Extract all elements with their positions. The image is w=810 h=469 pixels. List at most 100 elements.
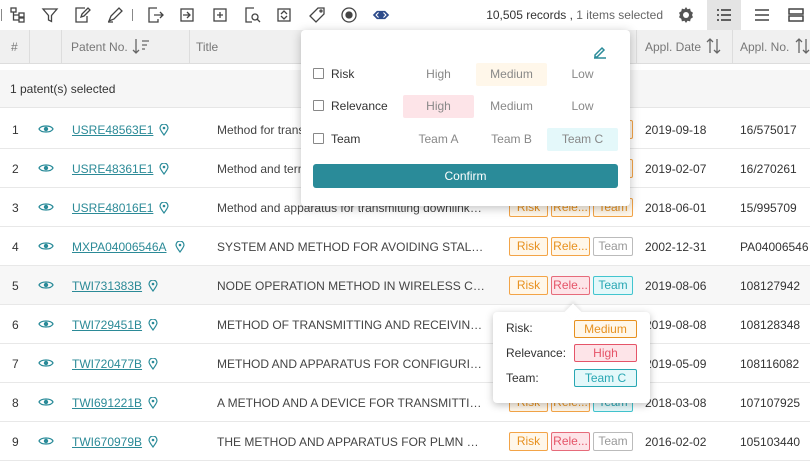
add-icon[interactable] [209, 4, 231, 26]
gear-icon[interactable] [675, 4, 697, 26]
location-pin-icon[interactable] [148, 319, 158, 331]
row-number: 6 [12, 318, 19, 332]
location-pin-icon[interactable] [159, 202, 169, 214]
option-low[interactable]: Low [547, 63, 618, 86]
appl-date: 2019-09-18 [645, 123, 707, 137]
eye-icon[interactable] [38, 240, 54, 252]
option-high[interactable]: High [403, 95, 474, 118]
table-row[interactable]: 5 TWI731383B NODE OPERATION METHOD IN WI… [0, 266, 810, 305]
option-medium[interactable]: Medium [476, 95, 547, 118]
row-number: 2 [12, 162, 19, 176]
patent-number[interactable]: TWI731383B [72, 279, 142, 293]
col-patent-no[interactable]: Patent No. [71, 40, 128, 54]
table-row[interactable]: 4 MXPA04006546A SYSTEM AND METHOD FOR AV… [0, 227, 810, 266]
checkbox[interactable] [313, 68, 324, 79]
option-team-b[interactable]: Team B [476, 128, 547, 151]
patent-number[interactable]: USRE48016E1 [72, 201, 153, 215]
location-pin-icon[interactable] [174, 241, 185, 253]
patent-title: METHOD AND APPARATUS FOR CONFIGURING PUC… [217, 357, 485, 371]
patent-number[interactable]: TWI691221B [72, 396, 142, 410]
risk-tag[interactable]: Risk [509, 276, 548, 295]
patent-number-link[interactable]: TWI731383B [72, 279, 158, 293]
sort-icon[interactable] [706, 37, 722, 55]
edit-icon[interactable] [593, 45, 607, 59]
col-title[interactable]: Title [196, 40, 218, 54]
sort-icon[interactable] [795, 37, 810, 55]
compact-view-button[interactable] [745, 0, 779, 30]
table-row[interactable]: 9 TWI670979B THE METHOD AND APPARATUS FO… [0, 422, 810, 461]
option-high[interactable]: High [403, 63, 474, 86]
team-tag[interactable]: Team [593, 237, 633, 256]
ai-icon[interactable] [370, 4, 392, 26]
option-team-a[interactable]: Team A [403, 128, 474, 151]
card-view-button[interactable] [781, 0, 810, 30]
sort-icon[interactable] [132, 37, 150, 55]
option-medium[interactable]: Medium [476, 63, 547, 86]
eye-icon[interactable] [38, 396, 54, 408]
tree-icon[interactable] [7, 4, 29, 26]
team-tag[interactable]: Team [593, 432, 633, 451]
patent-number-link[interactable]: TWI670979B [72, 435, 158, 449]
list-view-button[interactable] [707, 0, 741, 30]
risk-tag[interactable]: Risk [509, 237, 548, 256]
import-icon[interactable] [176, 4, 198, 26]
patent-number-link[interactable]: USRE48563E1 [72, 123, 169, 137]
col-divider [636, 30, 637, 64]
table-row[interactable]: 7 TWI720477B METHOD AND APPARATUS FOR CO… [0, 344, 810, 383]
compare-icon[interactable] [273, 4, 295, 26]
popup-row-label: Relevance [331, 99, 388, 113]
tag-icon[interactable] [306, 4, 328, 26]
table-row[interactable]: 6 TWI729451B METHOD OF TRANSMITTING AND … [0, 305, 810, 344]
patent-number-link[interactable]: TWI729451B [72, 318, 158, 332]
eye-icon[interactable] [38, 279, 54, 291]
eye-icon[interactable] [38, 123, 54, 135]
eye-icon[interactable] [38, 318, 54, 330]
patent-number[interactable]: TWI729451B [72, 318, 142, 332]
filter-icon[interactable] [39, 4, 61, 26]
relevance-tag[interactable]: Rele... [551, 237, 590, 256]
eye-icon[interactable] [38, 357, 54, 369]
risk-tag[interactable]: Risk [509, 432, 548, 451]
edit-document-icon[interactable] [71, 4, 93, 26]
eye-icon[interactable] [38, 201, 54, 213]
eye-icon[interactable] [38, 435, 54, 447]
export-icon[interactable] [144, 4, 166, 26]
location-pin-icon[interactable] [148, 397, 158, 409]
appl-date: 2018-03-08 [645, 396, 707, 410]
patent-number-link[interactable]: USRE48016E1 [72, 201, 169, 215]
col-appl-no[interactable]: Appl. No. [740, 40, 789, 54]
checkbox[interactable] [313, 100, 324, 111]
location-pin-icon[interactable] [148, 436, 158, 448]
popup-row-team: Team Team A Team B Team C [313, 128, 618, 152]
location-pin-icon[interactable] [159, 163, 169, 175]
patent-number[interactable]: TWI720477B [72, 357, 142, 371]
patent-number-link[interactable]: TWI720477B [72, 357, 158, 371]
compact-view-icon [755, 9, 769, 21]
relevance-tag[interactable]: Rele... [551, 276, 590, 295]
location-pin-icon[interactable] [148, 358, 158, 370]
relevance-tag[interactable]: Rele... [551, 432, 590, 451]
location-pin-icon[interactable] [159, 124, 169, 136]
toolbar-separator [1, 9, 2, 21]
team-tag[interactable]: Team [593, 276, 633, 295]
option-low[interactable]: Low [547, 95, 618, 118]
confirm-button[interactable]: Confirm [313, 164, 618, 188]
patent-number[interactable]: MXPA04006546A [72, 240, 167, 254]
patent-number[interactable]: TWI670979B [72, 435, 142, 449]
patent-number-link[interactable]: USRE48361E1 [72, 162, 169, 176]
patent-number[interactable]: USRE48563E1 [72, 123, 153, 137]
target-icon[interactable] [338, 4, 360, 26]
marker-icon[interactable] [104, 4, 126, 26]
checkbox[interactable] [313, 133, 324, 144]
option-team-c[interactable]: Team C [547, 128, 618, 151]
appl-number: 108127942 [740, 279, 801, 293]
patent-number-link[interactable]: MXPA04006546A [72, 240, 185, 254]
eye-icon[interactable] [38, 162, 54, 174]
patent-number[interactable]: USRE48361E1 [72, 162, 153, 176]
appl-date: 2019-02-07 [645, 162, 707, 176]
patent-number-link[interactable]: TWI691221B [72, 396, 158, 410]
search-document-icon[interactable] [241, 4, 263, 26]
location-pin-icon[interactable] [148, 280, 158, 292]
col-appl-date[interactable]: Appl. Date [645, 40, 701, 54]
table-row[interactable]: 8 TWI691221B A METHOD AND A DEVICE FOR T… [0, 383, 810, 422]
